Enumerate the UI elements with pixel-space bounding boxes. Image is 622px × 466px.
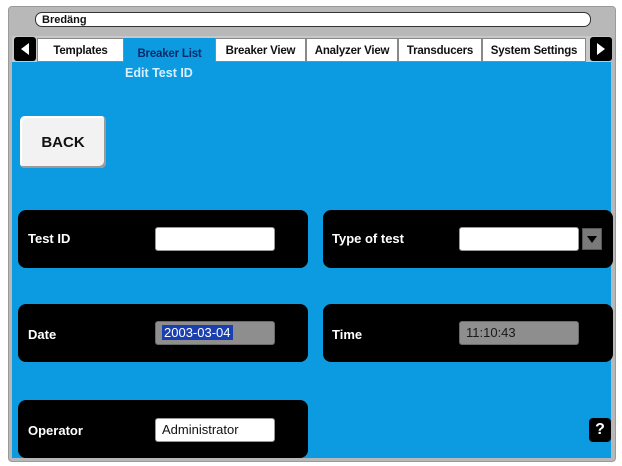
- type-of-test-select[interactable]: [459, 227, 579, 251]
- operator-input[interactable]: Administrator: [155, 418, 275, 442]
- tab-transducers[interactable]: Transducers: [398, 38, 482, 62]
- tab-analyzer-view[interactable]: Analyzer View: [306, 38, 398, 62]
- arrow-right-icon: [597, 43, 605, 55]
- tab-breaker-list[interactable]: Breaker List: [124, 38, 215, 66]
- back-button[interactable]: BACK: [20, 116, 106, 168]
- date-label: Date: [28, 327, 57, 342]
- test-id-label: Test ID: [28, 231, 71, 246]
- chevron-down-icon: [587, 236, 597, 243]
- tab-scroll-left-button[interactable]: [14, 37, 36, 61]
- time-input[interactable]: 11:10:43: [459, 321, 579, 345]
- operator-label: Operator: [28, 423, 83, 438]
- tab-scroll-right-button[interactable]: [590, 37, 612, 61]
- time-label: Time: [332, 327, 363, 342]
- date-input[interactable]: 2003-03-04: [155, 321, 275, 345]
- arrow-left-icon: [21, 43, 29, 55]
- tab-templates[interactable]: Templates: [37, 38, 124, 62]
- date-value: 2003-03-04: [162, 325, 233, 340]
- window-title: Bredäng: [35, 12, 591, 27]
- page-subtitle: Edit Test ID: [125, 66, 193, 80]
- help-button[interactable]: ?: [589, 418, 611, 442]
- tab-breaker-view[interactable]: Breaker View: [215, 38, 306, 62]
- type-of-test-dropdown-button[interactable]: [582, 228, 602, 250]
- type-of-test-label: Type of test: [332, 231, 404, 246]
- tab-system-settings[interactable]: System Settings: [482, 38, 586, 62]
- test-id-input[interactable]: [155, 227, 275, 251]
